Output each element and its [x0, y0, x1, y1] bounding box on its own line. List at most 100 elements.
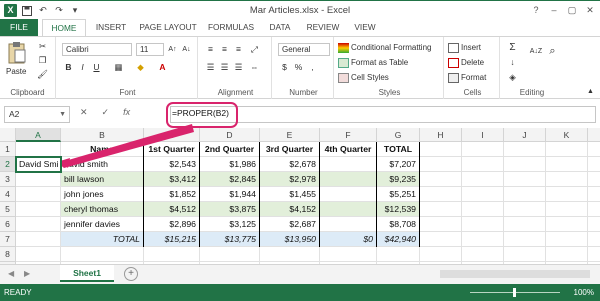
row-header-4[interactable]: 4 [0, 187, 16, 202]
value-cell[interactable]: $1,852 [144, 187, 200, 202]
row-header-2[interactable]: 2 [0, 157, 16, 172]
cell[interactable] [377, 247, 420, 262]
value-cell[interactable]: $2,845 [200, 172, 260, 187]
value-cell[interactable]: $4,152 [260, 202, 320, 217]
value-cell[interactable]: $4,512 [144, 202, 200, 217]
cell[interactable] [588, 247, 600, 262]
tab-review[interactable]: REVIEW [302, 19, 344, 36]
cell[interactable] [462, 157, 504, 172]
format-cells-button[interactable]: Format [448, 71, 486, 84]
value-cell[interactable] [320, 217, 377, 232]
value-cell[interactable]: $3,125 [200, 217, 260, 232]
row-header-5[interactable]: 5 [0, 202, 16, 217]
conditional-formatting-button[interactable]: Conditional Formatting [338, 41, 431, 54]
tab-file[interactable]: FILE [0, 19, 38, 36]
cell[interactable] [16, 217, 61, 232]
value-cell[interactable]: $2,978 [260, 172, 320, 187]
name-cell[interactable]: david smith [61, 157, 144, 172]
help-button[interactable]: ? [528, 3, 544, 17]
cell[interactable] [144, 247, 200, 262]
cell[interactable] [16, 202, 61, 217]
cell[interactable] [588, 232, 600, 247]
tab-formulas[interactable]: FORMULAS [204, 19, 258, 36]
cell[interactable] [546, 202, 588, 217]
align-left-icon[interactable]: ☰ [204, 61, 217, 74]
column-title-q3[interactable]: 3rd Quarter [260, 142, 320, 157]
align-right-icon[interactable]: ☰ [232, 61, 245, 74]
cell[interactable] [546, 157, 588, 172]
cell[interactable] [16, 232, 61, 247]
minimize-button[interactable]: – [546, 3, 562, 17]
worksheet-grid[interactable]: ABCDEFGHIJKL123456789Name1st Quarter2nd … [0, 128, 600, 264]
top-align-icon[interactable]: ≡ [204, 43, 217, 56]
font-color-icon[interactable]: A [156, 61, 169, 74]
borders-icon[interactable]: ▦ [112, 61, 125, 74]
middle-align-icon[interactable]: ≡ [218, 43, 231, 56]
column-header-h[interactable]: H [420, 128, 462, 142]
maximize-button[interactable]: ▢ [564, 3, 580, 17]
paste-button[interactable]: Paste [6, 65, 26, 78]
percent-button[interactable]: % [292, 61, 305, 74]
cell[interactable] [504, 157, 546, 172]
column-header-i[interactable]: I [462, 128, 504, 142]
value-cell[interactable]: $2,543 [144, 157, 200, 172]
enter-icon[interactable]: ✓ [102, 107, 110, 118]
format-painter-icon[interactable]: 🖌 [36, 68, 49, 81]
column-header-b[interactable]: B [61, 128, 144, 142]
cell[interactable] [504, 172, 546, 187]
tab-home[interactable]: HOME [42, 19, 86, 37]
row-header-3[interactable]: 3 [0, 172, 16, 187]
total-cell[interactable]: $8,708 [377, 217, 420, 232]
total-cell[interactable]: $9,235 [377, 172, 420, 187]
cell[interactable] [546, 187, 588, 202]
total-value-cell[interactable]: $13,775 [200, 232, 260, 247]
cell[interactable] [16, 187, 61, 202]
column-title-q2[interactable]: 2nd Quarter [200, 142, 260, 157]
cell[interactable] [504, 187, 546, 202]
cell[interactable] [462, 187, 504, 202]
cell[interactable] [588, 202, 600, 217]
name-cell[interactable]: cheryl thomas [61, 202, 144, 217]
tab-data[interactable]: DATA [263, 19, 297, 36]
column-title-q1[interactable]: 1st Quarter [144, 142, 200, 157]
cell[interactable] [420, 142, 462, 157]
cell[interactable] [16, 247, 61, 262]
grow-font-icon[interactable]: A↑ [166, 43, 179, 56]
total-label-cell[interactable]: TOTAL [61, 232, 144, 247]
cell[interactable] [462, 247, 504, 262]
cell[interactable] [462, 202, 504, 217]
cell[interactable] [504, 217, 546, 232]
select-all-corner[interactable] [0, 128, 16, 142]
format-as-table-button[interactable]: Format as Table [338, 56, 408, 69]
value-cell[interactable]: $1,986 [200, 157, 260, 172]
column-header-g[interactable]: G [377, 128, 420, 142]
cancel-icon[interactable]: ✕ [80, 107, 88, 118]
total-value-cell[interactable]: $13,950 [260, 232, 320, 247]
cell[interactable] [546, 172, 588, 187]
autosum-icon[interactable]: Σ [506, 41, 519, 54]
column-header-c[interactable]: C [144, 128, 200, 142]
insert-function-icon[interactable]: fx [123, 107, 130, 118]
cell[interactable] [200, 247, 260, 262]
tab-insert[interactable]: INSERT [88, 19, 134, 36]
cell[interactable] [588, 217, 600, 232]
value-cell[interactable]: $2,678 [260, 157, 320, 172]
value-cell[interactable]: $2,896 [144, 217, 200, 232]
total-value-cell[interactable]: $0 [320, 232, 377, 247]
cell[interactable] [588, 157, 600, 172]
column-title-q4[interactable]: 4th Quarter [320, 142, 377, 157]
cell[interactable] [462, 232, 504, 247]
total-value-cell[interactable]: $15,215 [144, 232, 200, 247]
name-cell[interactable]: jennifer davies [61, 217, 144, 232]
value-cell[interactable] [320, 187, 377, 202]
clear-icon[interactable]: ◈ [506, 71, 519, 84]
column-header-j[interactable]: J [504, 128, 546, 142]
fill-icon[interactable]: ↓ [506, 56, 519, 69]
column-header-e[interactable]: E [260, 128, 320, 142]
prev-sheet-icon[interactable]: ◀ [8, 269, 14, 278]
value-cell[interactable] [320, 172, 377, 187]
cell[interactable] [462, 217, 504, 232]
sheet-tab[interactable]: Sheet1 [60, 265, 114, 282]
number-format-select[interactable]: General [278, 43, 330, 56]
total-cell[interactable]: $12,539 [377, 202, 420, 217]
